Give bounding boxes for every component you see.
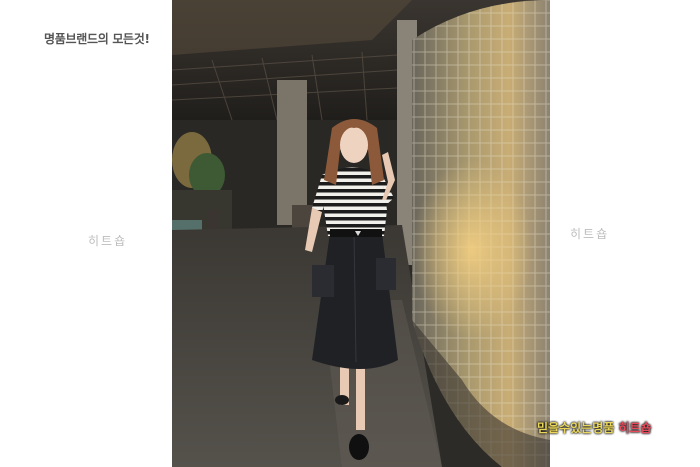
fashion-photo: [172, 0, 550, 467]
photo-scene: [172, 0, 550, 467]
watermark-right: 히트숍: [570, 227, 610, 241]
watermark-left: 히트숍: [88, 234, 128, 248]
tagline-text: 명품브랜드의 모든것!: [44, 32, 150, 46]
brand-badge: 믿을수있는명품 히트숍: [537, 419, 652, 436]
badge-text-primary: 믿을수있는명품: [537, 421, 615, 435]
badge-text-brand: 히트숍: [618, 421, 652, 435]
